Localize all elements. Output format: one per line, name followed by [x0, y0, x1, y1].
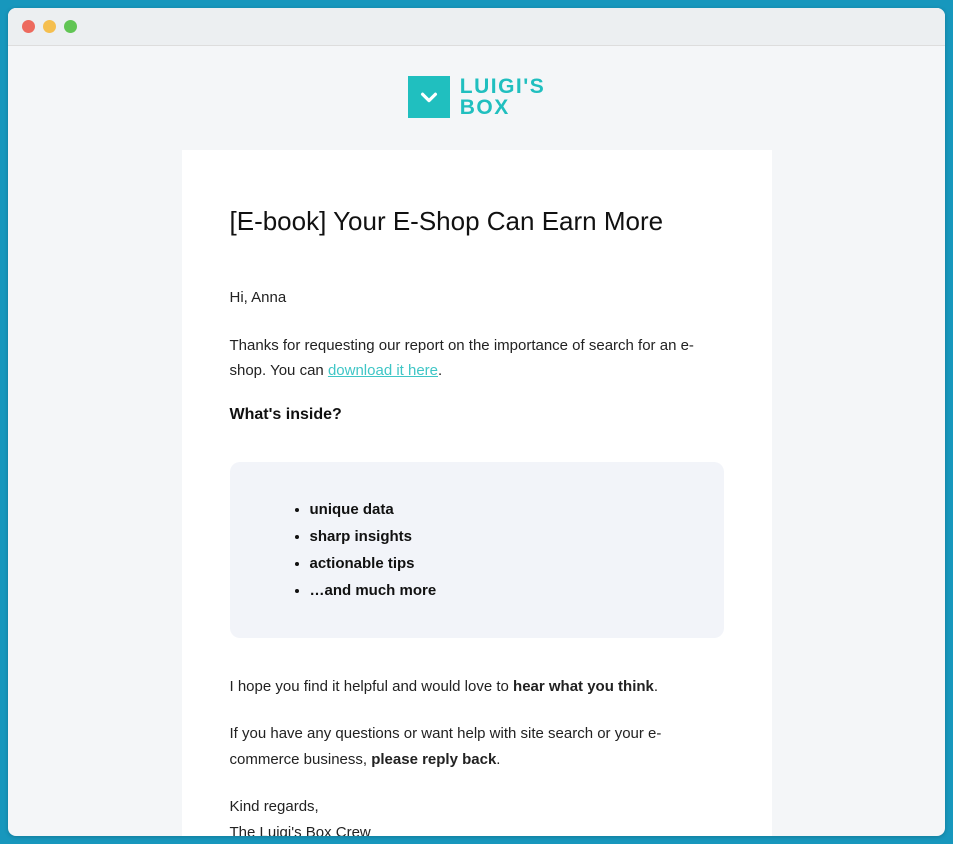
- list-item: actionable tips: [310, 550, 664, 577]
- maximize-icon[interactable]: [64, 20, 77, 33]
- email-title: [E-book] Your E-Shop Can Earn More: [230, 206, 724, 237]
- hope-paragraph: I hope you find it helpful and would lov…: [230, 674, 724, 700]
- email-intro: Thanks for requesting our report on the …: [230, 333, 724, 384]
- email-card: [E-book] Your E-Shop Can Earn More Hi, A…: [182, 150, 772, 836]
- chevron-down-icon: [418, 86, 440, 108]
- list-item: …and much more: [310, 577, 664, 604]
- browser-window: LUIGI'S BOX [E-book] Your E-Shop Can Ear…: [8, 8, 945, 836]
- hope-prefix: I hope you find it helpful and would lov…: [230, 678, 514, 695]
- minimize-icon[interactable]: [43, 20, 56, 33]
- page-content: LUIGI'S BOX [E-book] Your E-Shop Can Ear…: [8, 46, 945, 836]
- close-icon[interactable]: [22, 20, 35, 33]
- email-greeting: Hi, Anna: [230, 285, 724, 311]
- list-item: unique data: [310, 496, 664, 523]
- list-item: sharp insights: [310, 523, 664, 550]
- help-suffix: .: [496, 751, 500, 768]
- logo-text: LUIGI'S BOX: [460, 76, 546, 118]
- help-bold: please reply back: [371, 751, 496, 768]
- brand-logo: LUIGI'S BOX: [408, 76, 546, 118]
- whats-inside-heading: What's inside?: [230, 406, 724, 424]
- help-paragraph: If you have any questions or want help w…: [230, 721, 724, 772]
- signoff-line-1: Kind regards,: [230, 794, 724, 820]
- logo-mark: [408, 76, 450, 118]
- feature-list: unique data sharp insights actionable ti…: [290, 496, 664, 604]
- download-link[interactable]: download it here: [328, 362, 438, 379]
- hope-bold: hear what you think: [513, 678, 654, 695]
- signoff-line-2: The Luigi's Box Crew: [230, 820, 724, 837]
- window-titlebar: [8, 8, 945, 46]
- hope-suffix: .: [654, 678, 658, 695]
- logo-line2: BOX: [460, 97, 546, 118]
- logo-line1: LUIGI'S: [460, 76, 546, 97]
- feature-box: unique data sharp insights actionable ti…: [230, 462, 724, 638]
- intro-text-suffix: .: [438, 362, 442, 379]
- intro-text-prefix: Thanks for requesting our report on the …: [230, 337, 694, 380]
